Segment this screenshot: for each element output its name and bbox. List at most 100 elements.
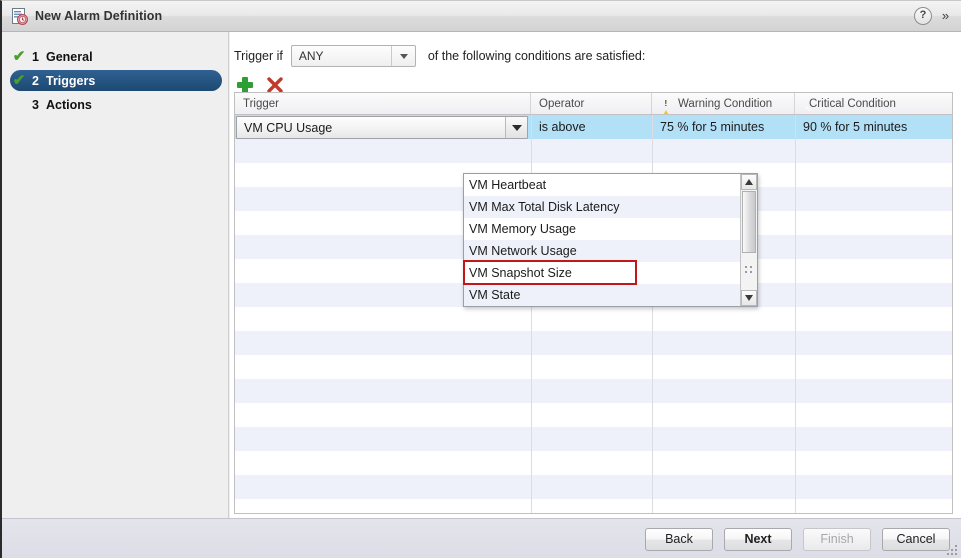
dropdown-option[interactable]: VM Network Usage	[464, 240, 740, 262]
trigger-type-combobox[interactable]: VM CPU Usage	[236, 116, 528, 139]
back-button[interactable]: Back	[645, 528, 713, 551]
triggers-pane: Trigger if ANY of the following conditio…	[230, 32, 961, 519]
column-separator	[795, 307, 796, 331]
warning-triangle-icon	[660, 97, 672, 114]
column-separator	[795, 259, 796, 283]
resize-grip-icon[interactable]	[947, 545, 958, 556]
sidebar-item-label: Triggers	[46, 73, 96, 88]
trigger-if-suffix: of the following conditions are satisfie…	[427, 49, 646, 63]
dropdown-option[interactable]: VM Memory Usage	[464, 218, 740, 240]
column-separator	[795, 283, 796, 307]
scrollbar-thumb[interactable]	[742, 191, 756, 253]
title-bar: New Alarm Definition ? »	[2, 1, 961, 32]
scroll-up-arrow-icon[interactable]	[741, 174, 757, 190]
sidebar-item-number: 2	[32, 73, 39, 88]
column-separator	[531, 379, 532, 403]
table-header-label: Critical Condition	[809, 97, 896, 110]
column-separator	[652, 355, 653, 379]
trigger-if-row: Trigger if ANY of the following conditio…	[234, 44, 645, 68]
sidebar-item-actions[interactable]: 3 Actions	[10, 94, 222, 115]
column-separator	[531, 451, 532, 475]
sidebar-item-general[interactable]: ✔ 1 General	[10, 46, 222, 67]
column-separator	[652, 139, 653, 163]
dropdown-scrollbar[interactable]	[740, 174, 757, 306]
column-separator	[795, 163, 796, 187]
window-title: New Alarm Definition	[35, 9, 163, 23]
trigger-options-dropdown[interactable]: VM Heartbeat VM Max Total Disk Latency VM …	[463, 173, 758, 307]
table-header-label: Operator	[539, 97, 585, 110]
table-row[interactable]: VM CPU Usage is above 75 % for 5 minutes 90…	[235, 115, 952, 139]
column-separator	[795, 331, 796, 355]
table-header-critical[interactable]: ! Critical Condition	[795, 93, 952, 114]
finish-button: Finish	[803, 528, 871, 551]
column-separator	[795, 187, 796, 211]
table-header-warning[interactable]: Warning Condition	[652, 93, 795, 114]
column-separator	[531, 139, 532, 163]
column-separator	[531, 355, 532, 379]
table-header-trigger[interactable]: Trigger	[235, 93, 531, 114]
table-header-label: Trigger	[243, 97, 279, 110]
chevron-down-icon[interactable]	[390, 46, 415, 66]
column-separator	[531, 427, 532, 451]
double-chevron-right-icon[interactable]: »	[937, 8, 954, 24]
table-row[interactable]	[235, 499, 952, 513]
column-separator	[795, 499, 796, 513]
help-icon[interactable]: ?	[914, 7, 932, 25]
svg-text:!: !	[804, 104, 812, 112]
check-icon: ✔	[12, 72, 26, 89]
column-separator	[652, 307, 653, 331]
column-separator	[652, 451, 653, 475]
column-separator	[795, 379, 796, 403]
table-row[interactable]	[235, 379, 952, 403]
column-separator	[531, 475, 532, 499]
table-cell-operator[interactable]: is above	[531, 115, 652, 139]
table-cell-warning[interactable]: 75 % for 5 minutes	[652, 115, 795, 139]
table-row[interactable]	[235, 355, 952, 379]
column-separator	[795, 139, 796, 163]
table-row[interactable]	[235, 139, 952, 163]
scroll-down-arrow-icon[interactable]	[741, 290, 757, 306]
dropdown-option[interactable]: VM Heartbeat	[464, 174, 740, 196]
table-row[interactable]	[235, 451, 952, 475]
check-icon: ✔	[12, 48, 26, 65]
column-separator	[795, 403, 796, 427]
sidebar-item-number: 1	[32, 49, 39, 64]
trigger-if-select[interactable]: ANY	[290, 45, 416, 67]
column-separator	[795, 451, 796, 475]
column-separator	[531, 331, 532, 355]
dropdown-option[interactable]: VM State	[464, 284, 740, 306]
column-separator	[652, 499, 653, 513]
sidebar-item-number: 3	[32, 97, 39, 112]
table-header-row: TriggerOperatorWarning Condition!Critica…	[235, 93, 952, 115]
table-row[interactable]	[235, 307, 952, 331]
column-separator	[652, 427, 653, 451]
new-alarm-definition-dialog: New Alarm Definition ? » ✔ 1 General ✔ 2…	[0, 0, 961, 558]
sidebar-item-label: General	[46, 49, 93, 64]
table-header-label: Warning Condition	[678, 97, 773, 110]
table-row[interactable]	[235, 475, 952, 499]
dropdown-option[interactable]: VM Max Total Disk Latency	[464, 196, 740, 218]
sidebar-item-label: Actions	[46, 97, 92, 112]
dropdown-option[interactable]: VM Snapshot Size	[464, 262, 740, 284]
column-separator	[795, 211, 796, 235]
column-separator	[652, 403, 653, 427]
chevron-down-icon[interactable]	[505, 117, 527, 138]
column-separator	[652, 379, 653, 403]
table-header-operator[interactable]: Operator	[531, 93, 652, 114]
cancel-button[interactable]: Cancel	[882, 528, 950, 551]
sidebar-item-triggers[interactable]: ✔ 2 Triggers	[10, 70, 222, 91]
column-separator	[531, 307, 532, 331]
alarm-definition-icon	[12, 8, 28, 25]
dialog-footer: Back Next Finish Cancel	[2, 518, 961, 558]
table-cell-critical[interactable]: 90 % for 5 minutes	[795, 115, 952, 139]
column-separator	[531, 403, 532, 427]
table-row[interactable]	[235, 403, 952, 427]
next-button[interactable]: Next	[724, 528, 792, 551]
table-row[interactable]	[235, 427, 952, 451]
column-separator	[652, 475, 653, 499]
wizard-steps-sidebar: ✔ 1 General ✔ 2 Triggers 3 Actions	[2, 32, 229, 519]
scrollbar-grip-icon	[745, 266, 754, 275]
column-separator	[795, 355, 796, 379]
column-separator	[795, 427, 796, 451]
table-row[interactable]	[235, 331, 952, 355]
